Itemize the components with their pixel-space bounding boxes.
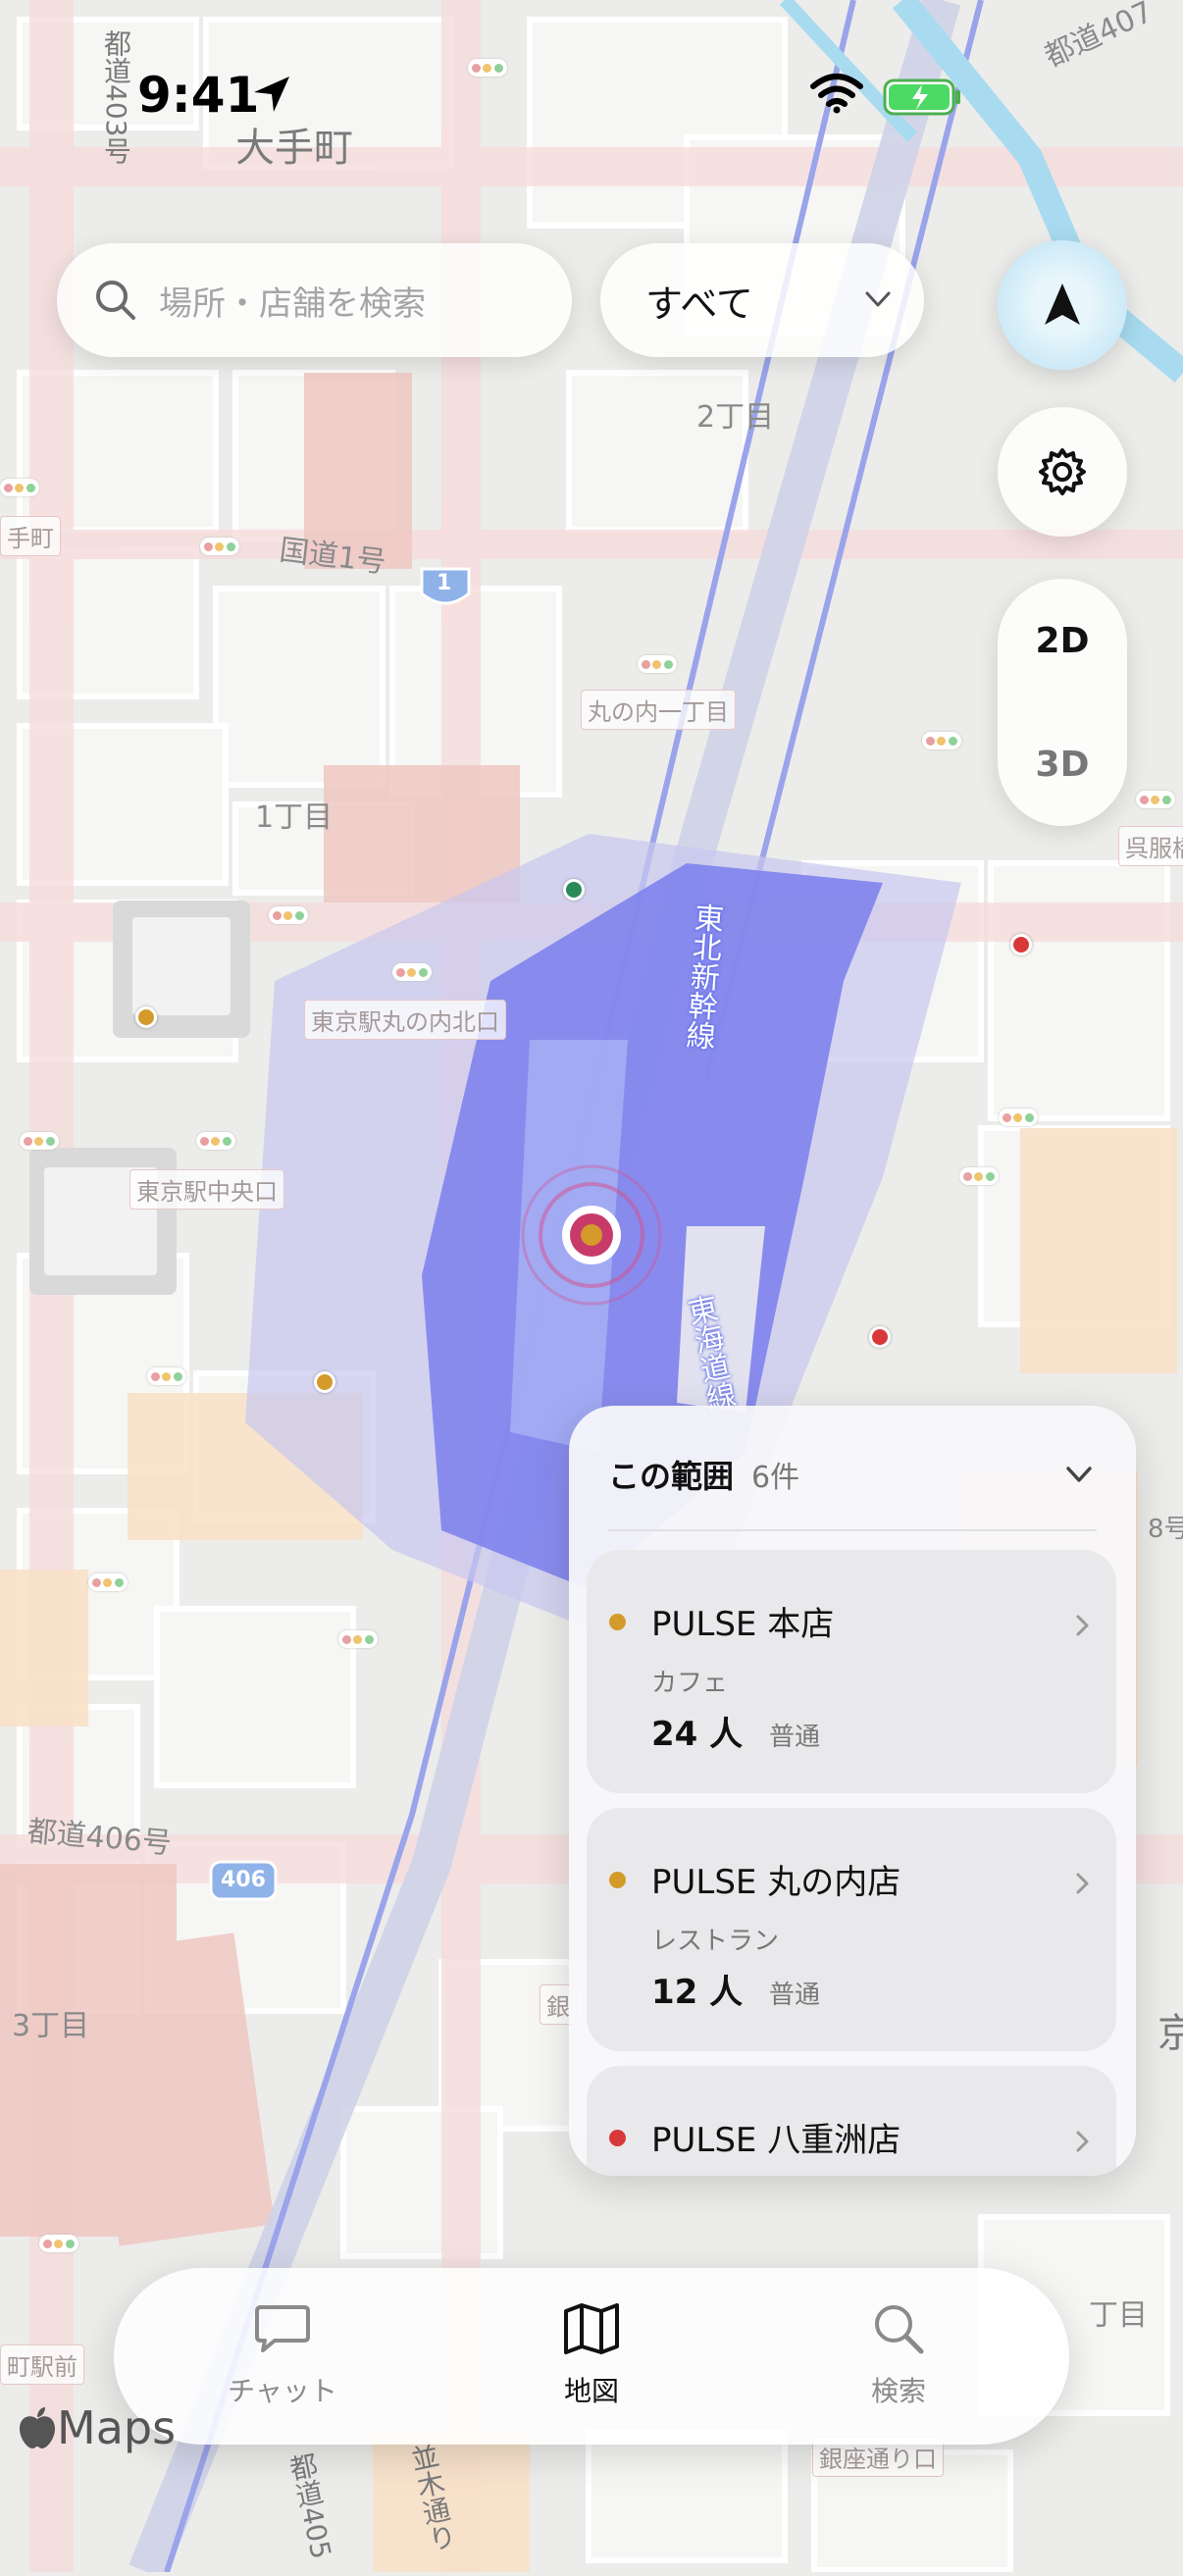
map-label-kyo: 京: [1157, 2011, 1183, 2056]
traffic-light-marker: [638, 655, 677, 673]
results-panel-header[interactable]: この範囲 6件: [608, 1445, 1097, 1504]
map-label-te-left: 手町: [0, 516, 61, 556]
map-label-1chome: 1丁目: [255, 800, 334, 835]
map-label-central-exit: 東京駅中央口: [129, 1169, 284, 1210]
crowd-status-dot: [609, 1872, 626, 1888]
chevron-down-icon: [865, 291, 891, 307]
traffic-light-marker: [338, 1630, 378, 1648]
store-category: カフェ: [651, 1669, 729, 1698]
store-card[interactable]: PULSE 丸の内店 レストラン 12 人 普通: [587, 1808, 1116, 2051]
gear-icon: [1039, 448, 1086, 495]
traffic-light-marker: [147, 1367, 186, 1385]
mode-2d-button[interactable]: 2D: [1036, 621, 1090, 661]
map-label-gofukubashi: 呉服橋: [1118, 826, 1183, 866]
tab-chat[interactable]: チャット: [184, 2297, 381, 2409]
map-label-2chome: 2丁目: [696, 400, 775, 435]
crowd-status-dot: [609, 2130, 626, 2146]
store-name: PULSE 本店: [651, 1605, 835, 1644]
chevron-right-icon: [1076, 1873, 1089, 1894]
crowd-status-dot: [609, 1614, 626, 1630]
map-label-marunouchi-1: 丸の内一丁目: [581, 690, 736, 730]
traffic-light-marker: [468, 59, 507, 77]
collapse-chevron-icon[interactable]: [1061, 1457, 1097, 1492]
store-crowd-level: 普通: [769, 1723, 821, 1752]
store-name: PULSE 八重洲店: [651, 2121, 901, 2160]
chat-bubble-icon: [255, 2305, 310, 2352]
results-panel[interactable]: この範囲 6件 PULSE 本店 カフェ 24 人 普通 PULSE 丸の内店 …: [569, 1406, 1136, 2176]
place-marker-caution[interactable]: [135, 1006, 157, 1028]
map-label-station-left: 町駅前: [0, 2344, 84, 2385]
map-label-north-exit: 東京駅丸の内北口: [304, 1000, 506, 1040]
chevron-right-icon: [1076, 2131, 1089, 2152]
traffic-light-marker: [922, 732, 961, 749]
map-label-chome-right: 丁目: [1089, 2298, 1148, 2333]
battery-charging-icon: [883, 78, 960, 116]
category-filter-dropdown[interactable]: すべて: [600, 243, 924, 357]
route-shield-1: 1: [437, 571, 452, 595]
tab-bar: チャット 地図 検索: [114, 2268, 1069, 2445]
tab-search[interactable]: 検索: [800, 2297, 997, 2409]
tab-map[interactable]: 地図: [493, 2297, 690, 2409]
traffic-light-marker: [999, 1108, 1038, 1126]
location-arrow-icon: [254, 77, 289, 112]
tab-map-label: 地図: [563, 2375, 619, 2407]
current-location-button[interactable]: [998, 240, 1127, 370]
maps-attribution[interactable]: Maps: [18, 2401, 176, 2454]
tab-chat-label: チャット: [228, 2375, 337, 2407]
status-time: 9:41: [137, 67, 260, 124]
navigation-arrow-icon: [1045, 283, 1080, 325]
map-label-otemachi: 大手町: [235, 126, 353, 171]
maps-logo-text: Maps: [57, 2401, 177, 2454]
search-input[interactable]: 場所・店舗を検索: [159, 277, 426, 325]
store-card[interactable]: PULSE 本店 カフェ 24 人 普通: [587, 1550, 1116, 1793]
place-marker-caution[interactable]: [314, 1371, 335, 1393]
place-marker-busy[interactable]: [1010, 934, 1032, 955]
map-label-route-num-right: 8号: [1148, 1515, 1183, 1544]
tab-search-label: 検索: [870, 2375, 926, 2407]
search-icon: [96, 281, 135, 320]
place-marker-quiet[interactable]: [563, 879, 585, 901]
traffic-light-marker: [392, 963, 432, 981]
traffic-light-marker: [269, 906, 308, 924]
chevron-right-icon: [1076, 1615, 1089, 1636]
category-filter-value: すべて: [645, 282, 753, 326]
place-marker-busy[interactable]: [869, 1326, 891, 1348]
map-mode-toggle[interactable]: 2D 3D: [998, 579, 1127, 826]
traffic-light-marker: [959, 1167, 999, 1185]
mode-3d-button[interactable]: 3D: [1036, 745, 1090, 785]
selected-place-marker[interactable]: [510, 1158, 677, 1314]
settings-button[interactable]: [998, 407, 1127, 537]
search-icon: [875, 2305, 924, 2354]
traffic-light-marker: [200, 538, 239, 555]
wifi-icon: [810, 74, 863, 114]
results-title: この範囲: [608, 1458, 735, 1495]
store-people-count: 12 人: [651, 1973, 744, 2012]
traffic-light-marker: [39, 2235, 78, 2252]
traffic-light-marker: [196, 1132, 235, 1150]
route-shield-406: 406: [221, 1868, 266, 1892]
traffic-light-marker: [0, 479, 39, 496]
map-view[interactable]: 大手町 2丁目 1丁目 3丁目 丁目 国道1号 都道406号 都道407 都道4…: [0, 0, 1183, 2576]
map-icon: [564, 2303, 619, 2354]
map-label-3chome: 3丁目: [12, 2009, 90, 2043]
divider: [608, 1529, 1097, 1531]
search-bar[interactable]: 場所・店舗を検索: [57, 243, 572, 357]
store-card[interactable]: PULSE 八重洲店: [587, 2066, 1116, 2176]
store-crowd-level: 普通: [769, 1981, 821, 2010]
store-people-count: 24 人: [651, 1715, 744, 1754]
store-category: レストラン: [651, 1927, 780, 1956]
map-label-route403: 都道403号: [100, 29, 132, 165]
store-name: PULSE 丸の内店: [651, 1863, 901, 1902]
results-count: 6件: [751, 1461, 800, 1495]
traffic-light-marker: [88, 1573, 128, 1591]
traffic-light-marker: [20, 1132, 59, 1150]
traffic-light-marker: [1136, 791, 1175, 808]
apple-logo-icon: [20, 2407, 55, 2448]
